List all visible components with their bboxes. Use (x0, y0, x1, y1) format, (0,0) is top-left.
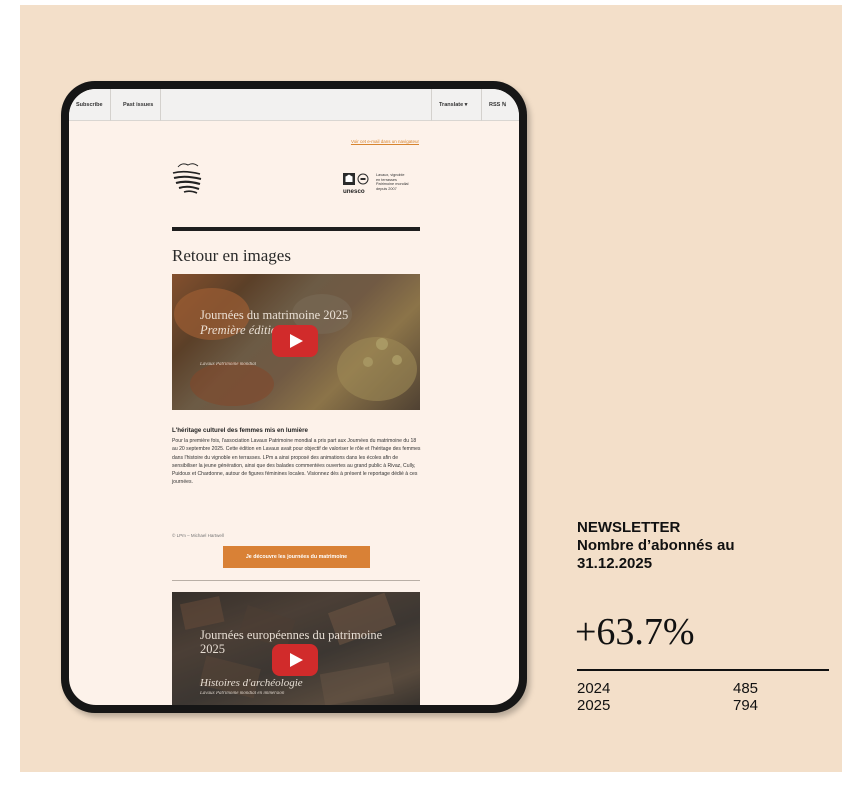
unesco-caption: Lavaux, vignoble en terrasses Patrimoine… (376, 173, 409, 191)
video-thumbnail-patrimoine[interactable]: Journées européennes du patrimoine 2025 … (172, 592, 420, 705)
video-thumbnail-matrimoine[interactable]: Journées du matrimoine 2025 Première édi… (172, 274, 420, 410)
section-heading: Retour en images (172, 246, 291, 265)
section-divider-thin (172, 580, 420, 581)
video-subtitle: Première édition (200, 323, 284, 337)
stat-description: Nombre d’abonnés au (577, 537, 735, 554)
tablet-device: Subscribe Past issues Translate ▾ RSS ℕ … (61, 81, 527, 713)
stat-divider (577, 669, 829, 671)
article-body: Pour la première fois, l'association Lav… (172, 438, 421, 486)
video-caption: Lavaux Patrimoine mondial (200, 362, 257, 367)
view-in-browser-link[interactable]: Voir cet e-mail dans un navigateur (339, 139, 419, 144)
video-year: 2025 (200, 642, 225, 656)
discover-matrimoine-button[interactable]: Je découvre les journées du matrimoine (223, 546, 370, 568)
stat-year: 2024 (577, 680, 611, 697)
play-button-icon[interactable] (272, 325, 318, 357)
stat-date: 31.12.2025 (577, 555, 653, 572)
video-title: Journées du matrimoine 2025 (200, 308, 349, 322)
section-divider (172, 227, 420, 231)
rss-link[interactable]: RSS ℕ (481, 89, 513, 121)
stat-category: NEWSLETTER (577, 519, 681, 536)
subscribe-link[interactable]: Subscribe (69, 89, 111, 121)
unesco-logo-icon: unesco (343, 173, 369, 195)
browser-toolbar: Subscribe Past issues Translate ▾ RSS ℕ (69, 89, 519, 121)
past-issues-link[interactable]: Past issues (116, 89, 162, 121)
video-caption: Lavaux Patrimoine mondial en immersion (200, 691, 285, 696)
photo-credit: © LPm – Michael Hartwell (172, 533, 224, 538)
stat-value: 485 (733, 680, 759, 697)
play-button-icon[interactable] (272, 644, 318, 676)
unesco-wordmark: unesco (343, 188, 365, 195)
translate-dropdown[interactable]: Translate ▾ (431, 89, 474, 121)
stat-change-value: +63.7% (575, 611, 695, 653)
lavaux-logo-icon (172, 163, 202, 194)
stat-value: 794 (733, 697, 759, 714)
video-subtitle: Histoires d'archéologie (200, 677, 303, 689)
stat-year: 2025 (577, 697, 611, 714)
video-title: Journées européennes du patrimoine (200, 628, 383, 642)
article-title: L'héritage culturel des femmes mis en lu… (172, 427, 308, 434)
tablet-screen: Subscribe Past issues Translate ▾ RSS ℕ … (69, 89, 519, 705)
